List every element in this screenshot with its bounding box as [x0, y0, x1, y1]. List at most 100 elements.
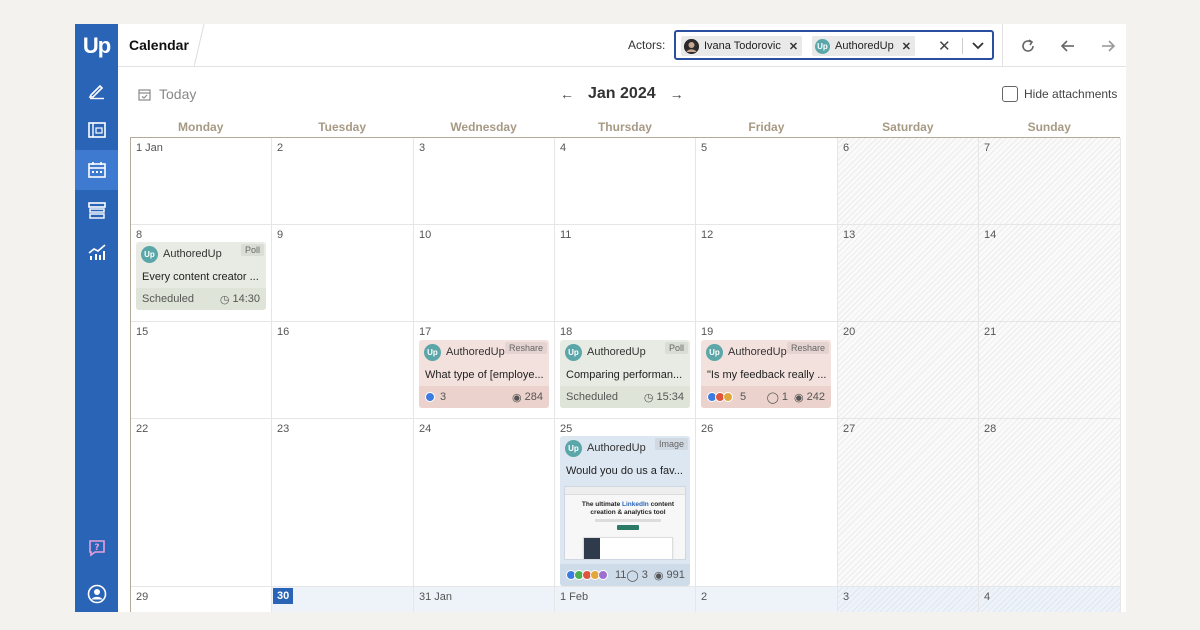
- day-cell[interactable]: 25 Up AuthoredUp Image Would you do us a…: [555, 419, 696, 587]
- actors-select[interactable]: Ivana Todorovic ✕ Up AuthoredUp ✕ ✕: [674, 30, 994, 60]
- day-cell[interactable]: 13: [838, 225, 979, 322]
- day-cell[interactable]: 1 Jan: [131, 138, 272, 225]
- post-type-badge: Reshare: [504, 342, 547, 354]
- app-window: Up ? Calendar Actors: Ivana Todorovic ✕ …: [75, 24, 1126, 612]
- post-card[interactable]: Up AuthoredUp Reshare "Is my feedback re…: [701, 340, 831, 408]
- weekday-label: Saturday: [882, 120, 934, 134]
- day-number: 5: [701, 142, 708, 154]
- card-footer: Scheduled ◷ 14:30: [136, 288, 266, 310]
- day-cell[interactable]: 26: [696, 419, 838, 587]
- sidebar: Up ?: [75, 24, 118, 612]
- forward-button[interactable]: [1096, 34, 1120, 58]
- actor-chip-ivana: Ivana Todorovic ✕: [681, 36, 803, 56]
- day-cell[interactable]: 4: [555, 138, 696, 225]
- select-divider: [962, 38, 963, 54]
- pen-icon: [88, 84, 104, 100]
- hide-attachments-checkbox[interactable]: [1002, 86, 1018, 102]
- day-cell[interactable]: 17 Up AuthoredUp Reshare What type of [e…: [414, 322, 555, 419]
- logo-text: Up: [82, 32, 111, 58]
- remove-actor-icon[interactable]: ✕: [789, 40, 798, 53]
- day-cell[interactable]: 27: [838, 419, 979, 587]
- weekday-label: Tuesday: [318, 120, 367, 134]
- card-footer: 3 ◉ 284: [419, 386, 549, 408]
- day-cell[interactable]: 16: [272, 322, 414, 419]
- avatar: [684, 38, 699, 54]
- clear-icon[interactable]: ✕: [938, 37, 951, 55]
- nav-archive[interactable]: [75, 190, 118, 230]
- logo[interactable]: Up: [75, 24, 118, 67]
- day-number: 25: [560, 423, 573, 435]
- day-number: 23: [277, 423, 290, 435]
- day-cell[interactable]: 2: [696, 587, 838, 612]
- refresh-icon: [1022, 39, 1034, 52]
- day-number: 13: [843, 229, 856, 241]
- day-cell[interactable]: 2: [272, 138, 414, 225]
- chevron-down-icon[interactable]: [972, 37, 984, 55]
- post-card[interactable]: Up AuthoredUp Poll Every content creator…: [136, 242, 266, 310]
- day-cell[interactable]: 22: [131, 419, 272, 587]
- day-cell[interactable]: 10: [414, 225, 555, 322]
- post-card[interactable]: Up AuthoredUp Reshare What type of [empl…: [419, 340, 549, 408]
- day-cell[interactable]: 21: [979, 322, 1121, 419]
- comment-icon: ◯: [626, 569, 639, 582]
- day-cell[interactable]: 3: [414, 138, 555, 225]
- day-cell[interactable]: 11: [555, 225, 696, 322]
- post-card[interactable]: Up AuthoredUp Poll Comparing performan..…: [560, 340, 690, 408]
- comment-icon: ◯: [766, 391, 779, 404]
- day-cell[interactable]: 8 Up AuthoredUp Poll Every content creat…: [131, 225, 272, 322]
- thumb-cta: [617, 525, 639, 530]
- refresh-button[interactable]: [1016, 34, 1040, 58]
- header-divider: [1002, 24, 1003, 67]
- nav-analytics[interactable]: [75, 232, 118, 272]
- day-cell[interactable]: 23: [272, 419, 414, 587]
- back-button[interactable]: [1056, 34, 1080, 58]
- remove-actor-icon[interactable]: ✕: [902, 40, 911, 53]
- day-cell[interactable]: 14: [979, 225, 1121, 322]
- day-cell[interactable]: 29: [131, 587, 272, 612]
- day-number: 20: [843, 326, 856, 338]
- day-cell[interactable]: 12: [696, 225, 838, 322]
- card-footer: 11 ◯ 3 ◉ 991: [560, 564, 690, 586]
- author-avatar: Up: [565, 343, 582, 361]
- day-cell[interactable]: 18 Up AuthoredUp Poll Comparing performa…: [555, 322, 696, 419]
- today-button[interactable]: Today: [138, 86, 196, 102]
- day-number: 31 Jan: [419, 591, 453, 603]
- author-avatar: Up: [706, 343, 723, 361]
- day-cell[interactable]: 6: [838, 138, 979, 225]
- day-cell[interactable]: 1 Feb: [555, 587, 696, 612]
- day-cell[interactable]: 24: [414, 419, 555, 587]
- day-number: 8: [136, 229, 143, 241]
- archive-icon: [87, 202, 106, 219]
- actor-chip-label: AuthoredUp: [835, 40, 894, 52]
- reactions-icon: [566, 570, 608, 580]
- day-cell[interactable]: 3: [838, 587, 979, 612]
- nav-calendar[interactable]: [75, 150, 118, 190]
- calendar-grid: 1 Jan 2 3 4 5 6 7 8 Up AuthoredUp Poll E…: [130, 137, 1121, 612]
- day-cell-today[interactable]: 30: [272, 587, 414, 612]
- hide-attachments-label: Hide attachments: [1024, 87, 1118, 101]
- prev-month-button[interactable]: ←: [560, 86, 574, 102]
- day-cell[interactable]: 19 Up AuthoredUp Reshare "Is my feedback…: [696, 322, 838, 419]
- day-cell[interactable]: 28: [979, 419, 1121, 587]
- day-number: 18: [560, 326, 573, 338]
- nav-help[interactable]: ?: [75, 528, 118, 568]
- avatar: Up: [815, 38, 830, 54]
- weekday-label: Sunday: [1027, 120, 1071, 134]
- day-cell[interactable]: 15: [131, 322, 272, 419]
- day-cell[interactable]: 20: [838, 322, 979, 419]
- day-cell[interactable]: 5: [696, 138, 838, 225]
- weekday-header: Monday Tuesday Wednesday Thursday Friday…: [130, 120, 1120, 136]
- calendar-icon: [87, 162, 106, 178]
- nav-editor[interactable]: [75, 70, 118, 110]
- hide-attachments-toggle[interactable]: Hide attachments: [1002, 86, 1117, 102]
- nav-account[interactable]: [75, 574, 118, 612]
- post-card[interactable]: Up AuthoredUp Image Would you do us a fa…: [560, 436, 690, 586]
- day-cell[interactable]: 4: [979, 587, 1121, 612]
- post-type-badge: Reshare: [786, 342, 829, 354]
- day-cell[interactable]: 31 Jan: [414, 587, 555, 612]
- next-month-button[interactable]: →: [670, 86, 684, 102]
- nav-library[interactable]: [75, 110, 118, 150]
- day-cell[interactable]: 7: [979, 138, 1121, 225]
- day-cell[interactable]: 9: [272, 225, 414, 322]
- status-label: Scheduled: [566, 391, 618, 403]
